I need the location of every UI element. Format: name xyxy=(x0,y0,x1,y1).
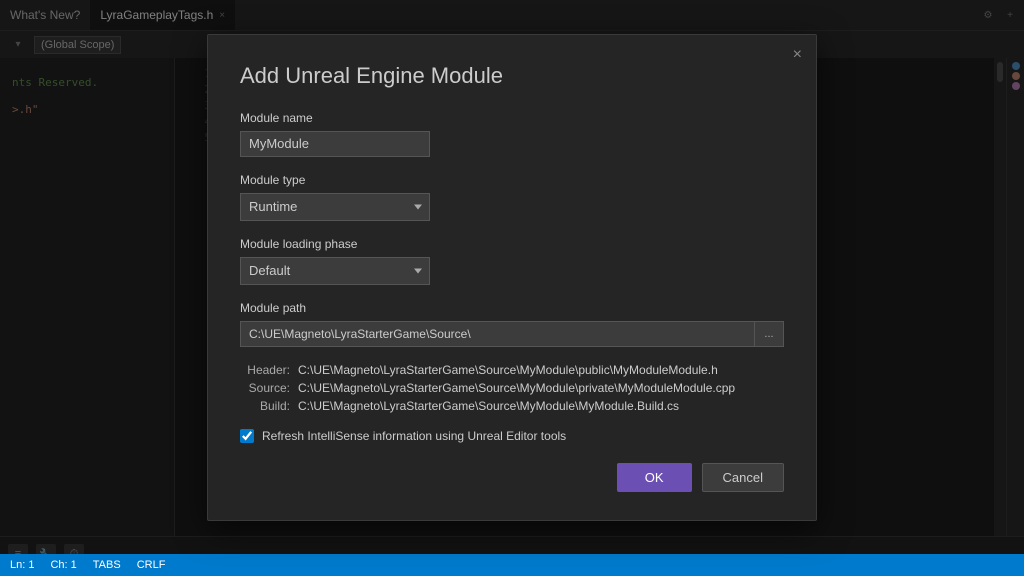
header-file-label: Header: xyxy=(240,363,290,377)
source-file-path: C:\UE\Magneto\LyraStarterGame\Source\MyM… xyxy=(298,381,735,395)
dialog-footer: OK Cancel xyxy=(240,463,784,492)
intellisense-checkbox-label: Refresh IntelliSense information using U… xyxy=(262,429,566,443)
module-type-select[interactable]: Runtime Editor EditorNoCommandlet Develo… xyxy=(240,193,430,221)
status-tabs: TABS xyxy=(93,559,121,571)
module-loading-phase-select-wrapper: Default PostDefault PreDefault EarliestP… xyxy=(240,257,430,285)
status-bar: Ln: 1 Ch: 1 TABS CRLF xyxy=(0,554,1024,576)
cancel-button[interactable]: Cancel xyxy=(702,463,784,492)
module-path-group: Module path ... xyxy=(240,301,784,347)
dialog-title: Add Unreal Engine Module xyxy=(240,63,784,89)
module-type-select-wrapper: Runtime Editor EditorNoCommandlet Develo… xyxy=(240,193,430,221)
status-ln: Ln: 1 xyxy=(10,559,34,571)
checkbox-row: Refresh IntelliSense information using U… xyxy=(240,429,784,443)
module-loading-phase-select[interactable]: Default PostDefault PreDefault EarliestP… xyxy=(240,257,430,285)
module-name-input[interactable] xyxy=(240,131,430,157)
module-loading-phase-label: Module loading phase xyxy=(240,237,784,251)
status-ch: Ch: 1 xyxy=(50,559,76,571)
browse-button[interactable]: ... xyxy=(754,321,784,347)
file-info-section: Header: C:\UE\Magneto\LyraStarterGame\So… xyxy=(240,363,784,413)
add-module-dialog: × Add Unreal Engine Module Module name M… xyxy=(207,34,817,521)
module-name-group: Module name xyxy=(240,111,784,157)
module-path-label: Module path xyxy=(240,301,784,315)
build-file-row: Build: C:\UE\Magneto\LyraStarterGame\Sou… xyxy=(240,399,784,413)
module-loading-phase-group: Module loading phase Default PostDefault… xyxy=(240,237,784,285)
ok-button[interactable]: OK xyxy=(617,463,692,492)
module-path-row: ... xyxy=(240,321,784,347)
module-type-group: Module type Runtime Editor EditorNoComma… xyxy=(240,173,784,221)
header-file-row: Header: C:\UE\Magneto\LyraStarterGame\So… xyxy=(240,363,784,377)
status-crlf: CRLF xyxy=(137,559,166,571)
header-file-path: C:\UE\Magneto\LyraStarterGame\Source\MyM… xyxy=(298,363,718,377)
module-name-label: Module name xyxy=(240,111,784,125)
build-file-path: C:\UE\Magneto\LyraStarterGame\Source\MyM… xyxy=(298,399,679,413)
dialog-close-button[interactable]: × xyxy=(793,47,802,63)
intellisense-checkbox[interactable] xyxy=(240,429,254,443)
modal-overlay: × Add Unreal Engine Module Module name M… xyxy=(0,0,1024,554)
source-file-label: Source: xyxy=(240,381,290,395)
module-type-label: Module type xyxy=(240,173,784,187)
source-file-row: Source: C:\UE\Magneto\LyraStarterGame\So… xyxy=(240,381,784,395)
build-file-label: Build: xyxy=(240,399,290,413)
module-path-input[interactable] xyxy=(240,321,754,347)
